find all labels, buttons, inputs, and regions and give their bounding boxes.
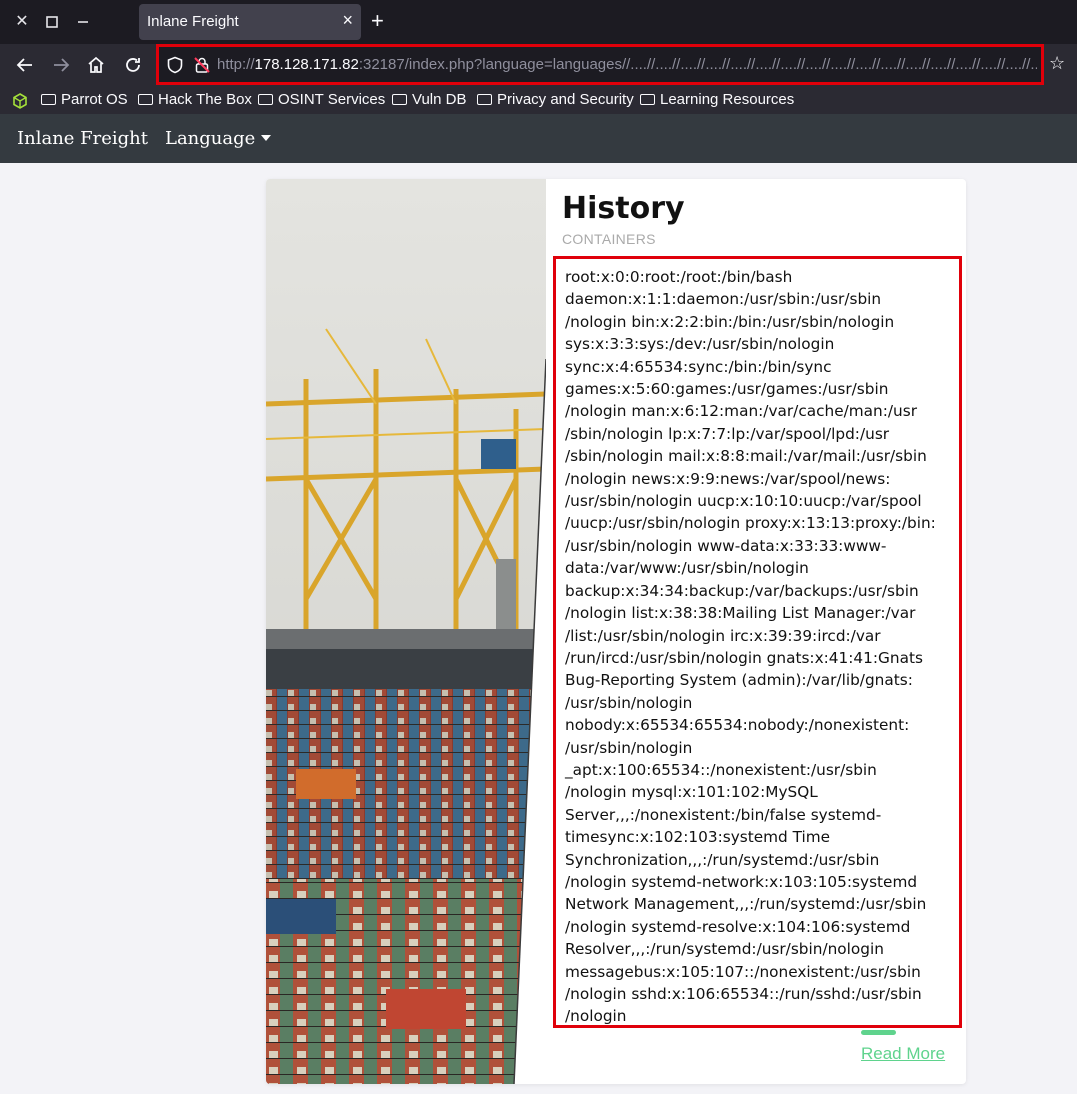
folder-icon [477,94,492,105]
output-line: /nologin list:x:38:38:Mailing List Manag… [565,604,916,623]
parrot-logo-icon[interactable] [12,91,28,111]
browser-nav-bar: http://178.128.171.82:32187/index.php?la… [0,44,1077,86]
bookmark-vuln-db[interactable]: Vuln DB [392,91,466,108]
bookmark-privacy-and-security[interactable]: Privacy and Security [477,91,634,108]
reload-icon[interactable] [121,53,145,77]
output-line: /usr/sbin/nologin uucp:x:10:10:uucp:/var… [565,492,922,511]
output-line: /usr/sbin/nologin www-data:x:33:33:www- [565,536,887,555]
card-title: History [562,191,685,226]
language-dropdown[interactable]: Language [165,128,272,149]
output-line: timesync:x:102:103:systemd Time [565,828,831,847]
output-line: sys:x:3:3:sys:/dev:/usr/sbin/nologin [565,335,835,354]
output-line: backup:x:34:34:backup:/var/backups:/usr/… [565,581,919,600]
output-line: /nologin man:x:6:12:man:/var/cache/man:/… [565,402,918,421]
output-line: Synchronization,,,:/run/systemd:/usr/sbi… [565,850,880,869]
folder-icon [41,94,56,105]
bookmark-osint-services[interactable]: OSINT Services [258,91,385,108]
shield-icon[interactable] [166,56,184,74]
output-line: Resolver,,,:/run/systemd:/usr/sbin/nolog… [565,940,884,959]
tab-title: Inlane Freight [147,13,239,30]
output-line: root:x:0:0:root:/root:/bin/bash [565,268,793,286]
folder-icon [640,94,655,105]
accent-bar [861,1030,896,1035]
included-file-output: root:x:0:0:root:/root:/bin/bash daemon:x… [553,256,962,1028]
output-line: sync:x:4:65534:sync:/bin:/bin/sync [565,357,832,376]
output-line: /run/ircd:/usr/sbin/nologin gnats:x:41:4… [565,648,923,667]
home-icon[interactable] [84,53,108,77]
output-line: /uucp:/usr/sbin/nologin proxy:x:13:13:pr… [565,514,936,533]
output-line: daemon:x:1:1:daemon:/usr/sbin:/usr/sbin [565,290,882,309]
bookmark-parrot-os[interactable]: Parrot OS [41,91,128,108]
output-line: Server,,,:/nonexistent:/bin/false system… [565,805,882,824]
url-bar[interactable]: http://178.128.171.82:32187/index.php?la… [156,44,1044,85]
output-line: Network Management,,,:/run/systemd:/usr/… [565,895,927,914]
folder-icon [392,94,407,105]
output-line: _apt:x:100:65534::/nonexistent:/usr/sbin [565,760,877,779]
browser-tab[interactable]: Inlane Freight × [139,4,361,40]
output-line: nobody:x:65534:65534:nobody:/nonexistent… [565,716,910,735]
output-line: /nologin bin:x:2:2:bin:/bin:/usr/sbin/no… [565,312,895,331]
new-tab-icon[interactable]: + [371,9,384,33]
browser-tab-bar: ✕ Inlane Freight × + [0,0,1077,44]
output-line: /list:/usr/sbin/nologin irc:x:39:39:ircd… [565,626,881,645]
output-line: messagebus:x:105:107::/nonexistent:/usr/… [565,962,921,981]
maximize-window-icon[interactable] [42,12,62,32]
bookmark-learning-resources[interactable]: Learning Resources [640,91,794,108]
bookmarks-bar: Parrot OS Hack The Box OSINT Services Vu… [0,86,1077,114]
output-line: /sbin/nologin lp:x:7:7:lp:/var/spool/lpd… [565,424,890,443]
back-icon[interactable] [13,53,37,77]
card-subtitle: CONTAINERS [562,231,656,247]
close-window-icon[interactable]: ✕ [12,12,32,32]
folder-icon [258,94,273,105]
output-line: games:x:5:60:games:/usr/games:/usr/sbin [565,380,889,399]
output-line: /nologin sshd:x:106:65534::/run/sshd:/us… [565,985,922,1003]
url-text[interactable]: http://178.128.171.82:32187/index.php?la… [217,56,1037,73]
url-host: 178.128.171.82 [254,56,359,73]
output-line: /nologin systemd-resolve:x:104:106:syste… [565,917,911,936]
caret-down-icon [261,135,272,141]
insecure-lock-icon[interactable] [193,56,211,74]
tab-close-icon[interactable]: × [342,10,353,31]
folder-icon [138,94,153,105]
output-line: /nologin mysql:x:101:102:MySQL [565,783,818,802]
output-line: /usr/sbin/nologin [565,693,693,712]
forward-icon[interactable] [49,53,73,77]
url-path: :32187/index.php?language=languages//...… [358,56,1037,73]
output-line: /nologin systemd-network:x:103:105:syste… [565,872,918,891]
bookmark-star-icon[interactable]: ☆ [1049,53,1065,74]
output-line: Bug-Reporting System (admin):/var/lib/gn… [565,671,913,690]
history-card: History CONTAINERS root:x:0:0:root:/root… [266,179,966,1084]
read-more-link[interactable]: Read More [861,1044,945,1064]
port-containers-photo [266,179,546,1084]
site-brand[interactable]: Inlane Freight [17,128,148,149]
bookmark-hack-the-box[interactable]: Hack The Box [138,91,252,108]
output-line: /usr/sbin/nologin [565,738,693,757]
output-line: /nologin news:x:9:9:news:/var/spool/news… [565,469,891,488]
site-navbar: Inlane Freight Language [0,114,1077,163]
url-prefix: http:// [217,56,255,73]
output-line: /sbin/nologin mail:x:8:8:mail:/var/mail:… [565,447,927,466]
minimize-window-icon[interactable] [73,12,93,32]
output-line: data:/var/www:/usr/sbin/nologin [565,559,809,578]
output-line: /nologin [565,1007,627,1026]
